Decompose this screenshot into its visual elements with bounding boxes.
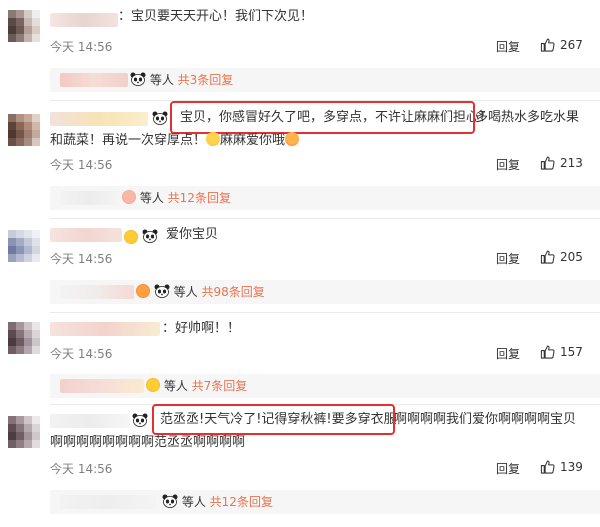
sub-reply-users[interactable] [60, 379, 144, 393]
panda-icon [152, 111, 168, 125]
badge-icon [146, 378, 160, 392]
like-button[interactable]: 267 [540, 37, 583, 52]
reply-button[interactable]: 回复 [496, 38, 520, 55]
like-button[interactable]: 139 [540, 459, 583, 474]
timestamp: 今天 14:56 [50, 40, 113, 54]
username[interactable] [50, 13, 118, 27]
username[interactable] [50, 112, 148, 126]
reply-button[interactable]: 回复 [496, 250, 520, 267]
sub-reply-count-link[interactable]: 共98条回复 [202, 285, 265, 299]
badge-icon [136, 284, 150, 298]
thumbs-up-icon [540, 250, 555, 264]
divider [50, 312, 600, 313]
sub-reply-users[interactable] [60, 73, 128, 87]
comment-text: ：好帅啊！！ [162, 321, 241, 336]
like-count: 139 [560, 459, 583, 474]
sub-reply-suffix: 等人 [163, 379, 188, 393]
username[interactable] [50, 414, 130, 428]
kiss-emoji-icon [285, 132, 300, 146]
reply-button[interactable]: 回复 [496, 345, 520, 362]
thumbs-up-icon [540, 460, 555, 474]
avatar[interactable] [8, 416, 40, 448]
sub-reply-count-link[interactable]: 共12条回复 [168, 191, 231, 205]
avatar[interactable] [8, 114, 40, 146]
sub-reply-suffix: 等人 [173, 285, 198, 299]
panda-icon [142, 229, 158, 243]
sub-reply-suffix: 等人 [139, 191, 164, 205]
thumbs-up-icon [540, 38, 555, 52]
thumbs-up-icon [540, 156, 555, 170]
comment-text: ：宝贝要天天开心！我们下次见！ [118, 9, 314, 24]
reply-button[interactable]: 回复 [496, 156, 520, 173]
comment-text-line2: 啊啊啊啊啊啊啊啊范丞丞啊啊啊啊 [50, 435, 246, 450]
highlight-box [152, 404, 395, 435]
sub-reply-count-link[interactable]: 共3条回复 [178, 73, 234, 87]
comment-text-part: 和蔬菜！再说一次穿厚点！ [50, 133, 207, 148]
sub-replies-bar[interactable]: 等人 共98条回复 [50, 280, 600, 304]
like-count: 205 [560, 249, 583, 264]
timestamp: 今天 14:56 [50, 347, 113, 361]
sub-replies-bar[interactable]: 等人 共3条回复 [50, 68, 600, 92]
sub-reply-suffix: 等人 [149, 73, 174, 87]
sub-reply-users[interactable] [60, 285, 134, 299]
comment-text-rest: 多喝热水多吃水果 [475, 110, 580, 125]
comment-text-line2: 和蔬菜！再说一次穿厚点！ 麻麻爱你哦 [50, 130, 300, 152]
panda-icon [132, 413, 148, 427]
sub-reply-count-link[interactable]: 共7条回复 [192, 379, 248, 393]
thumbs-up-icon [540, 345, 555, 359]
like-count: 157 [560, 344, 583, 359]
username[interactable] [50, 228, 122, 242]
sub-reply-users[interactable] [60, 191, 120, 205]
sub-replies-bar[interactable]: 等人 共7条回复 [50, 374, 600, 398]
panda-icon [154, 284, 170, 298]
sub-reply-users[interactable] [60, 495, 156, 509]
sub-replies-bar[interactable]: 等人 共12条回复 [50, 186, 600, 210]
crying-emoji-icon [206, 132, 221, 146]
avatar[interactable] [8, 322, 40, 354]
avatar[interactable] [8, 230, 40, 262]
like-button[interactable]: 157 [540, 344, 583, 359]
timestamp: 今天 14:56 [50, 462, 113, 476]
like-button[interactable]: 213 [540, 155, 583, 170]
comment-text: 爱你宝贝 [166, 227, 219, 242]
sub-replies-bar[interactable]: 等人 共12条回复 [50, 490, 600, 514]
sub-reply-count-link[interactable]: 共12条回复 [210, 495, 273, 509]
avatar[interactable] [8, 10, 40, 42]
panda-icon [130, 72, 146, 86]
timestamp: 今天 14:56 [50, 158, 113, 172]
like-count: 213 [560, 155, 583, 170]
sticker-icon [122, 190, 136, 204]
panda-icon [162, 494, 178, 508]
comment-text-rest: 啊啊啊啊我们爱你啊啊啊啊宝贝 [394, 412, 577, 427]
comment-text-part: 麻麻爱你哦 [220, 133, 286, 148]
reply-button[interactable]: 回复 [496, 460, 520, 477]
username[interactable] [50, 322, 160, 336]
sub-reply-suffix: 等人 [181, 495, 206, 509]
badge-icon [124, 230, 138, 244]
timestamp: 今天 14:56 [50, 252, 113, 266]
like-count: 267 [560, 37, 583, 52]
like-button[interactable]: 205 [540, 249, 583, 264]
divider [50, 218, 600, 219]
